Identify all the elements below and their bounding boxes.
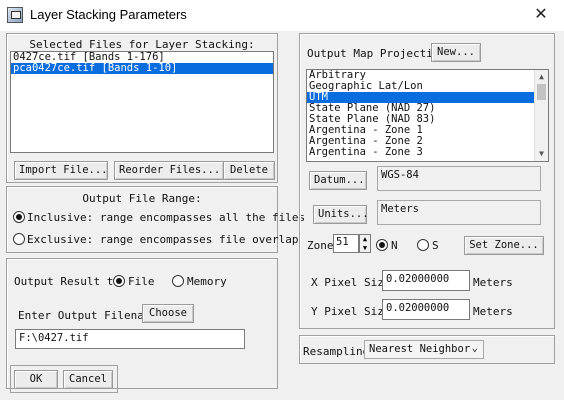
- output-filename-field[interactable]: F:\0427.tif: [15, 329, 245, 349]
- reorder-files-button[interactable]: Reorder Files...: [114, 161, 224, 180]
- zone-field[interactable]: 51: [333, 234, 359, 253]
- x-pixel-label: X Pixel Size: [311, 276, 391, 289]
- projection-list-item[interactable]: Geographic Lat/Lon: [307, 81, 534, 92]
- scroll-thumb[interactable]: [537, 84, 546, 100]
- y-pixel-unit: Meters: [473, 305, 513, 318]
- spin-down-icon[interactable]: ▼: [360, 244, 370, 253]
- cancel-button[interactable]: Cancel: [63, 370, 113, 389]
- memory-radio[interactable]: [172, 275, 184, 287]
- projection-list-item[interactable]: Argentina - Zone 3: [307, 147, 534, 158]
- units-button[interactable]: Units...: [313, 205, 369, 224]
- dialog-body: Selected Files for Layer Stacking: 0427c…: [0, 31, 564, 400]
- resampling-panel: Resampling Nearest Neighbor ⌄: [299, 335, 555, 364]
- selected-files-list[interactable]: 0427ce.tif [Bands 1-176] pca0427ce.tif [B…: [10, 51, 274, 153]
- projection-list[interactable]: Arbitrary Geographic Lat/Lon UTM State Plan…: [306, 69, 549, 162]
- chevron-down-icon: ⌄: [471, 342, 478, 354]
- resampling-value: Nearest Neighbor: [369, 343, 471, 355]
- range-header: Output File Range:: [82, 192, 202, 205]
- scroll-up-icon[interactable]: ▲: [535, 72, 548, 82]
- output-filename-label: Enter Output Filename: [18, 309, 158, 322]
- ok-button[interactable]: OK: [14, 370, 58, 389]
- north-radio[interactable]: [376, 239, 388, 251]
- south-label[interactable]: S: [432, 239, 439, 252]
- units-value: Meters: [377, 200, 541, 225]
- selected-files-panel: Selected Files for Layer Stacking: 0427c…: [6, 33, 278, 183]
- x-pixel-unit: Meters: [473, 276, 513, 289]
- delete-button[interactable]: Delete: [223, 161, 275, 180]
- inclusive-radio[interactable]: [13, 211, 25, 223]
- import-file-button[interactable]: Import File...: [14, 161, 108, 180]
- x-pixel-field[interactable]: 0.02000000: [382, 270, 470, 291]
- north-label[interactable]: N: [391, 239, 398, 252]
- projection-scrollbar[interactable]: ▲ ▼: [534, 70, 548, 161]
- zone-spinner[interactable]: ▲ ▼: [359, 234, 371, 253]
- exclusive-label[interactable]: Exclusive: range encompasses file overla…: [27, 233, 299, 246]
- output-range-panel: Output File Range: Inclusive: range enco…: [6, 186, 305, 253]
- selected-files-header: Selected Files for Layer Stacking:: [29, 38, 255, 51]
- y-pixel-label: Y Pixel Size: [311, 305, 391, 318]
- close-button[interactable]: ✕: [518, 0, 564, 30]
- datum-value: WGS-84: [377, 166, 541, 191]
- window-title: Layer Stacking Parameters: [30, 7, 187, 22]
- south-radio[interactable]: [417, 239, 429, 251]
- inclusive-label[interactable]: Inclusive: range encompasses all the fil…: [27, 211, 305, 224]
- y-pixel-field[interactable]: 0.02000000: [382, 299, 470, 320]
- resampling-select[interactable]: Nearest Neighbor ⌄: [364, 340, 484, 359]
- datum-button[interactable]: Datum...: [309, 171, 367, 190]
- spin-up-icon[interactable]: ▲: [360, 235, 370, 244]
- resampling-label: Resampling: [303, 345, 370, 358]
- dialog-buttons-frame: OK Cancel: [10, 365, 118, 393]
- set-zone-button[interactable]: Set Zone...: [464, 236, 544, 255]
- file-radio[interactable]: [113, 275, 125, 287]
- output-result-label: Output Result to: [14, 275, 120, 288]
- choose-button[interactable]: Choose: [142, 304, 194, 323]
- zone-label: Zone: [307, 239, 334, 252]
- file-list-item[interactable]: pca0427ce.tif [Bands 1-10]: [11, 63, 273, 74]
- projection-header: Output Map Projection: [307, 47, 447, 60]
- new-projection-button[interactable]: New...: [431, 43, 481, 62]
- scroll-down-icon[interactable]: ▼: [535, 149, 548, 159]
- projection-panel: Output Map Projection New... Arbitrary Ge…: [299, 33, 555, 329]
- title-bar: Layer Stacking Parameters ✕: [0, 0, 564, 31]
- file-radio-label[interactable]: File: [128, 275, 155, 288]
- memory-radio-label[interactable]: Memory: [187, 275, 227, 288]
- app-icon: [7, 7, 23, 23]
- exclusive-radio[interactable]: [13, 233, 25, 245]
